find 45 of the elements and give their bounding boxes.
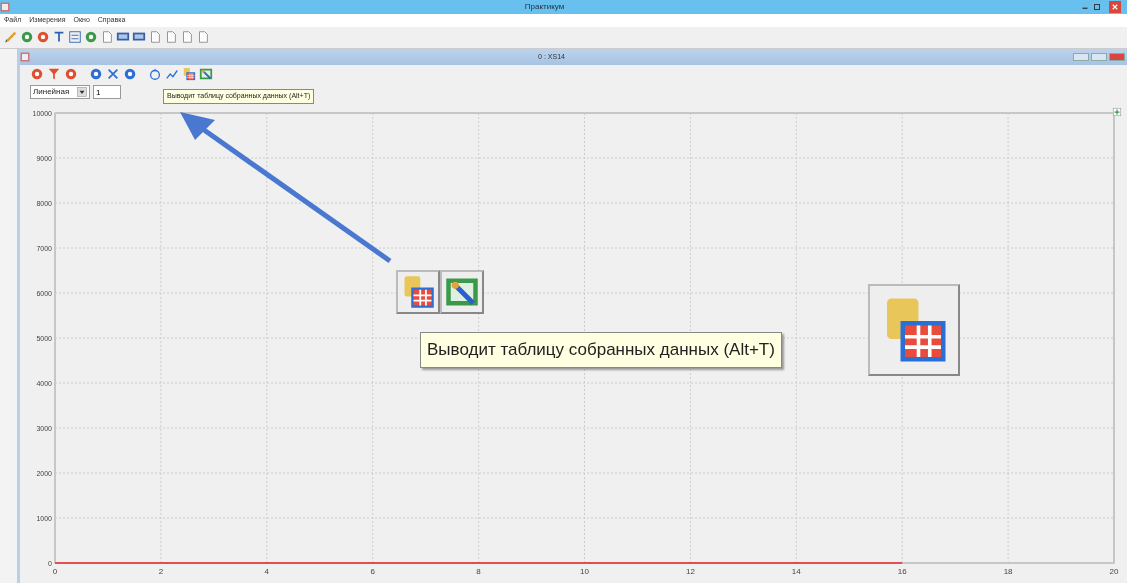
table-button[interactable] <box>396 270 440 314</box>
filter-icon[interactable] <box>47 67 61 81</box>
list-icon[interactable] <box>68 30 82 44</box>
page-icon[interactable] <box>164 30 178 44</box>
x-tick-label: 18 <box>1003 567 1013 576</box>
record-icon[interactable] <box>30 67 44 81</box>
maximize-icon[interactable] <box>1091 2 1103 12</box>
window-icon <box>20 52 30 62</box>
x-tick-label: 12 <box>685 567 695 576</box>
maximize-button[interactable] <box>1091 53 1107 61</box>
x-tick-label: 16 <box>897 567 907 576</box>
window-title: Практикум <box>523 1 566 13</box>
x-tick-label: 4 <box>264 567 270 576</box>
caret-icon <box>77 87 87 97</box>
minimize-button[interactable] <box>1073 53 1089 61</box>
page-icon[interactable] <box>100 30 114 44</box>
monitor-icon[interactable] <box>132 30 146 44</box>
circle-icon[interactable] <box>123 67 137 81</box>
count-field[interactable]: 1 <box>93 85 121 99</box>
table-button[interactable] <box>868 284 960 376</box>
x-tick-label: 2 <box>158 567 164 576</box>
record-icon[interactable] <box>64 67 78 81</box>
monitor-icon[interactable] <box>116 30 130 44</box>
x-tick-label: 0 <box>52 567 58 576</box>
add-icon[interactable] <box>1112 107 1122 117</box>
x-tick-label: 10 <box>580 567 589 576</box>
pencil-icon[interactable] <box>4 30 18 44</box>
picture-button[interactable] <box>440 270 484 314</box>
x-tick-label: 8 <box>476 567 481 576</box>
picture-icon[interactable] <box>199 67 213 81</box>
app-icon <box>0 2 10 12</box>
x-tick-label: 6 <box>370 567 375 576</box>
table-icon[interactable] <box>182 67 196 81</box>
circle-icon[interactable] <box>89 67 103 81</box>
cross-icon[interactable] <box>106 67 120 81</box>
page-icon[interactable] <box>180 30 194 44</box>
x-tick-label: 20 <box>1109 567 1119 576</box>
chart-icon[interactable] <box>165 67 179 81</box>
x-tick-label: 14 <box>791 567 801 576</box>
page-icon[interactable] <box>148 30 162 44</box>
scale-dropdown[interactable]: Линейная <box>30 85 90 99</box>
text-icon[interactable] <box>52 30 66 44</box>
stopwatch-icon[interactable] <box>148 67 162 81</box>
page-icon[interactable] <box>196 30 210 44</box>
tooltip: Выводит таблицу собранных данных (Alt+T) <box>420 332 782 368</box>
